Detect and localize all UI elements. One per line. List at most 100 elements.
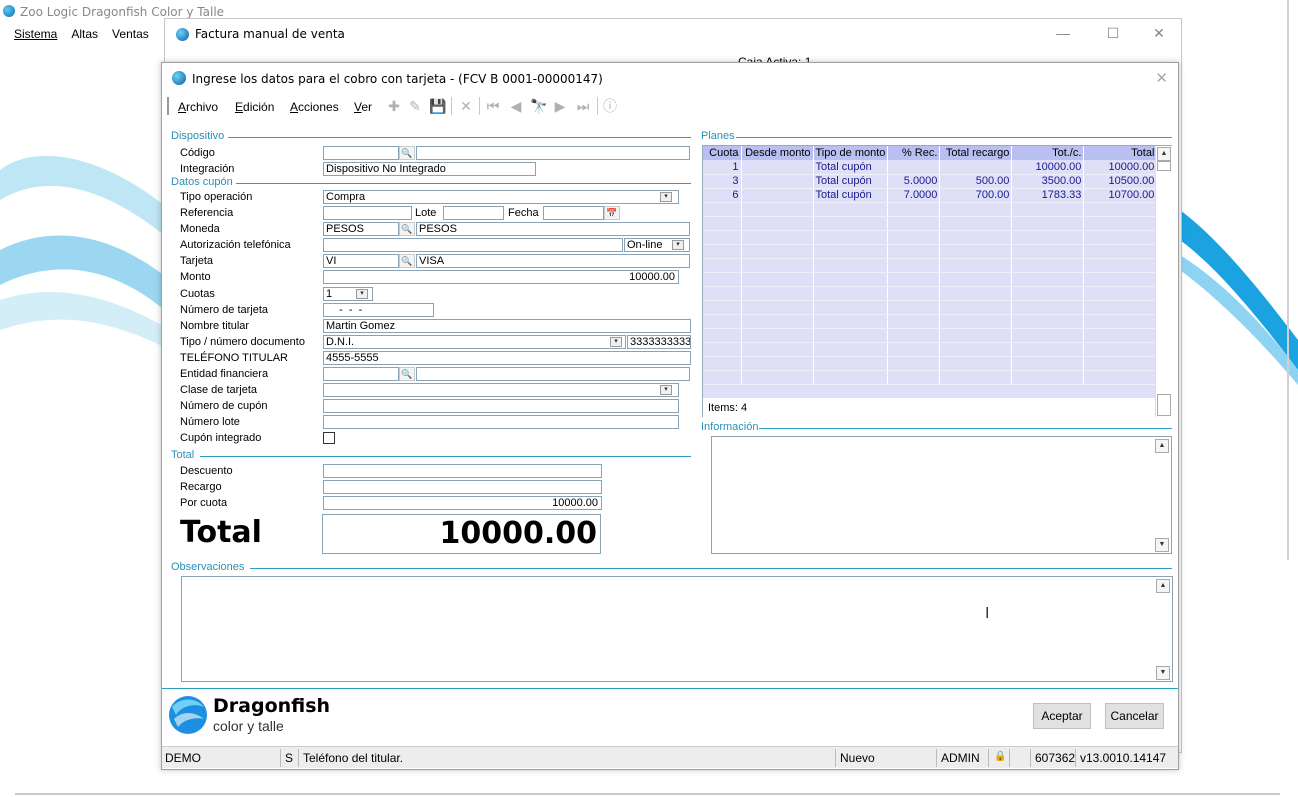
column-header[interactable]: Total — [1083, 146, 1158, 160]
autorizacion-input[interactable] — [323, 238, 623, 252]
planes-scrollbar[interactable]: ▲ — [1155, 146, 1172, 417]
next-record-icon[interactable]: ▶ — [552, 98, 568, 114]
scroll-up-icon[interactable]: ▲ — [1156, 579, 1170, 593]
numero-lote-input[interactable] — [323, 415, 679, 429]
cupon-integrado-checkbox[interactable] — [323, 432, 335, 444]
autorizacion-dropdown-icon[interactable]: ▾ — [672, 240, 684, 250]
calendar-icon[interactable]: 📅 — [604, 206, 620, 220]
scroll-down-icon[interactable]: ▼ — [1155, 538, 1169, 552]
por-cuota-field: 10000.00 — [323, 496, 602, 510]
moneda-lookup-icon[interactable]: 🔍 — [399, 222, 415, 236]
lote-input[interactable] — [443, 206, 504, 220]
clase-tarjeta-dropdown-icon[interactable]: ▾ — [660, 385, 672, 395]
empty-row[interactable] — [703, 244, 1158, 259]
tipo-operacion-select[interactable]: Compra — [323, 190, 679, 204]
save-icon[interactable]: 💾 — [429, 98, 446, 114]
section-datos-cupon: Datos cupón — [171, 176, 233, 188]
empty-row[interactable] — [703, 230, 1158, 245]
first-record-icon[interactable]: ⏮ — [485, 98, 501, 114]
entidad-code-input[interactable] — [323, 367, 399, 381]
table-cell — [741, 258, 814, 273]
tipo-operacion-dropdown-icon[interactable]: ▾ — [660, 192, 672, 202]
descuento-input[interactable] — [323, 464, 602, 478]
empty-row[interactable] — [703, 258, 1158, 273]
empty-row[interactable] — [703, 370, 1158, 385]
dialog-close-icon[interactable]: ✕ — [1155, 69, 1168, 87]
empty-row[interactable] — [703, 300, 1158, 315]
scroll-bottom-box[interactable] — [1157, 394, 1171, 416]
informacion-textarea[interactable]: ▲ ▼ — [711, 436, 1172, 554]
minimize-button[interactable]: — — [1053, 25, 1073, 41]
menu-acciones[interactable]: Acciones — [290, 100, 339, 114]
nombre-titular-input[interactable]: Martin Gomez — [323, 319, 691, 333]
menu-edicion[interactable]: Edición — [235, 100, 274, 114]
empty-row[interactable] — [703, 286, 1158, 301]
moneda-code-input[interactable]: PESOS — [323, 222, 399, 236]
empty-row[interactable] — [703, 356, 1158, 371]
table-cell — [1083, 370, 1158, 385]
numero-tarjeta-input[interactable]: - - - — [323, 303, 434, 317]
tarjeta-code-input[interactable]: VI — [323, 254, 399, 268]
table-row[interactable]: 3 Total cupón 5.0000 500.00 3500.00 10500.00 — [703, 174, 1158, 189]
table-cell — [813, 356, 889, 371]
empty-row[interactable] — [703, 314, 1158, 329]
column-header[interactable]: Total recargo — [939, 146, 1013, 160]
codigo-input[interactable] — [323, 146, 399, 160]
recargo-input[interactable] — [323, 480, 602, 494]
monto-input[interactable]: 10000.00 — [323, 270, 679, 284]
previous-record-icon[interactable]: ◀ — [508, 98, 524, 114]
numero-cupon-input[interactable] — [323, 399, 679, 413]
menu-altas[interactable]: Altas — [71, 27, 98, 45]
search-binoculars-icon[interactable]: 🔭 — [530, 98, 547, 114]
menu-sistema[interactable]: Sistema — [14, 27, 57, 45]
aceptar-button[interactable]: Aceptar — [1033, 703, 1091, 729]
tipo-documento-dropdown-icon[interactable]: ▾ — [610, 337, 622, 347]
clase-tarjeta-select[interactable] — [323, 383, 679, 397]
column-header[interactable]: Tipo de monto — [813, 146, 889, 160]
menu-archivo[interactable]: Archivo — [178, 100, 218, 114]
column-header[interactable]: Tot./c. — [1011, 146, 1085, 160]
referencia-input[interactable] — [323, 206, 412, 220]
tarjeta-lookup-icon[interactable]: 🔍 — [399, 254, 415, 268]
bottom-scrollbar-track[interactable] — [15, 793, 1280, 795]
planes-grid[interactable]: Cuota Desde monto Tipo de monto % Rec. T… — [702, 145, 1172, 417]
right-scrollbar-track[interactable] — [1287, 0, 1289, 560]
scroll-up-icon[interactable]: ▲ — [1157, 147, 1171, 161]
fecha-input[interactable] — [543, 206, 604, 220]
entidad-lookup-icon[interactable]: 🔍 — [399, 367, 415, 381]
delete-icon[interactable]: ✕ — [458, 98, 474, 114]
status-state: Nuevo — [840, 751, 875, 765]
close-button[interactable]: ✕ — [1149, 25, 1169, 41]
empty-row[interactable] — [703, 202, 1158, 217]
empty-row[interactable] — [703, 328, 1158, 343]
column-header[interactable]: % Rec. — [887, 146, 941, 160]
menu-ver[interactable]: Ver — [354, 100, 372, 114]
scroll-thumb[interactable] — [1157, 161, 1171, 171]
edit-icon[interactable]: ✎ — [407, 98, 423, 114]
table-cell — [939, 342, 1013, 357]
maximize-button[interactable]: ☐ — [1103, 25, 1123, 41]
empty-row[interactable] — [703, 216, 1158, 231]
tipo-documento-select[interactable]: D.N.I. — [323, 335, 626, 349]
telefono-titular-input[interactable]: 4555-5555 — [323, 351, 691, 365]
codigo-lookup-icon[interactable]: 🔍 — [399, 146, 415, 160]
column-header[interactable]: Desde monto — [741, 146, 814, 160]
numero-documento-input[interactable]: 33333333333 — [627, 335, 691, 349]
observaciones-textarea[interactable]: ▲ ▼ I — [181, 576, 1173, 682]
scroll-up-icon[interactable]: ▲ — [1155, 439, 1169, 453]
menu-ventas[interactable]: Ventas — [112, 27, 149, 45]
table-row[interactable]: 1 Total cupón 10000.00 10000.00 — [703, 160, 1158, 175]
table-cell — [741, 328, 814, 343]
toolbar-separator — [597, 97, 598, 115]
add-icon[interactable]: ✚ — [386, 98, 402, 114]
cancelar-button[interactable]: Cancelar — [1105, 703, 1164, 729]
empty-row[interactable] — [703, 342, 1158, 357]
cuotas-dropdown-icon[interactable]: ▾ — [356, 289, 368, 299]
scroll-down-icon[interactable]: ▼ — [1156, 666, 1170, 680]
table-row[interactable]: 6 Total cupón 7.0000 700.00 1783.33 10700.00 — [703, 188, 1158, 203]
table-cell — [887, 356, 941, 371]
column-header[interactable]: Cuota — [703, 146, 742, 160]
info-icon[interactable]: ⓘ — [602, 98, 618, 114]
last-record-icon[interactable]: ⏭ — [575, 98, 591, 114]
empty-row[interactable] — [703, 272, 1158, 287]
